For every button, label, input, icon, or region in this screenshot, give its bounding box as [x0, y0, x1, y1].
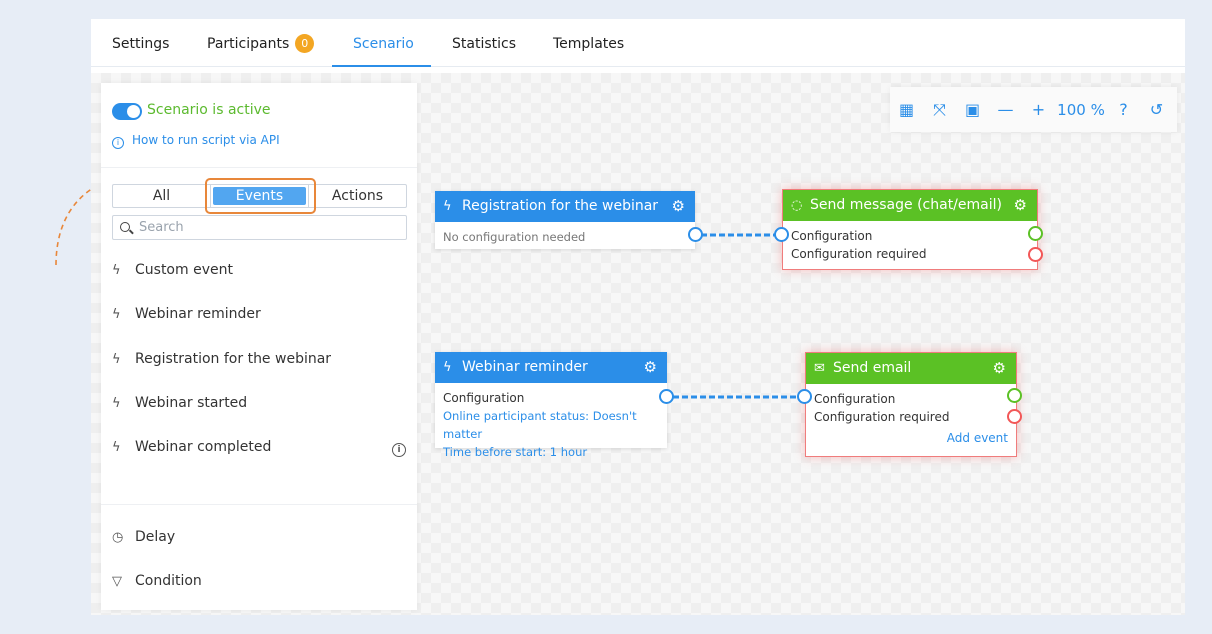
- node-body: Configuration Online participant status:…: [435, 383, 667, 467]
- tab-scenario[interactable]: Scenario: [353, 19, 414, 67]
- gear-icon[interactable]: ⚙: [993, 353, 1006, 384]
- connections-layer: [673, 233, 802, 399]
- node-body: Configuration Configuration required: [783, 221, 1037, 269]
- node-header[interactable]: ϟ Registration for the webinar ⚙: [435, 191, 695, 222]
- config-label: Configuration: [443, 391, 525, 405]
- chat-icon: ◌: [791, 198, 803, 213]
- mail-icon: ✉: [814, 361, 825, 376]
- add-event-link[interactable]: Add event: [814, 429, 1008, 447]
- status-setting: Online participant status: Doesn't matte…: [443, 409, 637, 441]
- scenario-canvas[interactable]: Scenario is active i How to run script vi…: [91, 73, 1185, 615]
- node-registration[interactable]: ϟ Registration for the webinar ⚙ No config…: [435, 191, 695, 249]
- grid-icon[interactable]: ▦: [890, 100, 923, 119]
- node-header[interactable]: ϟ Webinar reminder ⚙: [435, 352, 667, 383]
- canvas-toolbar: ▦ ⤧ ▣ — + 100 % ? ↺: [890, 87, 1177, 132]
- success-port[interactable]: [1007, 388, 1022, 403]
- fit-screen-icon[interactable]: ⤧: [923, 100, 956, 120]
- config-required-label: Configuration required: [791, 247, 927, 261]
- success-port[interactable]: [1028, 226, 1043, 241]
- error-port[interactable]: [1007, 409, 1022, 424]
- lightning-icon: ϟ: [443, 360, 452, 375]
- gear-icon[interactable]: ⚙: [672, 191, 685, 222]
- config-required-label: Configuration required: [814, 410, 950, 424]
- tab-bar: Settings Participants 0 Scenario Statisti…: [91, 19, 1185, 67]
- gear-icon[interactable]: ⚙: [1014, 190, 1027, 221]
- node-body: No configuration needed: [443, 230, 586, 244]
- history-icon[interactable]: ↺: [1140, 100, 1173, 119]
- scenario-window: Settings Participants 0 Scenario Statisti…: [91, 19, 1185, 615]
- node-body: Configuration Configuration required Add…: [806, 384, 1016, 453]
- tab-statistics[interactable]: Statistics: [452, 19, 516, 67]
- node-send-message[interactable]: ◌ Send message (chat/email) ⚙ Configuratio…: [782, 189, 1038, 270]
- zoom-in-icon[interactable]: +: [1022, 100, 1055, 119]
- tab-settings[interactable]: Settings: [112, 19, 169, 67]
- node-header[interactable]: ◌ Send message (chat/email) ⚙: [783, 190, 1037, 221]
- config-label: Configuration: [814, 392, 896, 406]
- tab-participants[interactable]: Participants 0: [207, 19, 315, 67]
- error-port[interactable]: [1028, 247, 1043, 262]
- node-header[interactable]: ✉ Send email ⚙: [806, 353, 1016, 384]
- zoom-out-icon[interactable]: —: [989, 100, 1022, 119]
- node-send-email[interactable]: ✉ Send email ⚙ Configuration Configuration…: [805, 352, 1017, 457]
- help-icon[interactable]: ?: [1107, 100, 1140, 119]
- gear-icon[interactable]: ⚙: [644, 352, 657, 383]
- node-webinar-reminder[interactable]: ϟ Webinar reminder ⚙ Configuration Online …: [435, 352, 667, 459]
- lightning-icon: ϟ: [443, 199, 452, 214]
- zoom-level: 100 %: [1057, 100, 1105, 119]
- config-label: Configuration: [791, 229, 873, 243]
- input-port[interactable]: [774, 227, 789, 242]
- tab-templates[interactable]: Templates: [553, 19, 624, 67]
- active-tab-indicator: [332, 65, 431, 67]
- layout-icon[interactable]: ▣: [956, 100, 989, 119]
- participants-count-badge: 0: [295, 34, 315, 53]
- output-port[interactable]: [659, 389, 674, 404]
- output-port[interactable]: [688, 227, 703, 242]
- input-port[interactable]: [797, 389, 812, 404]
- time-setting: Time before start: 1 hour: [443, 445, 588, 459]
